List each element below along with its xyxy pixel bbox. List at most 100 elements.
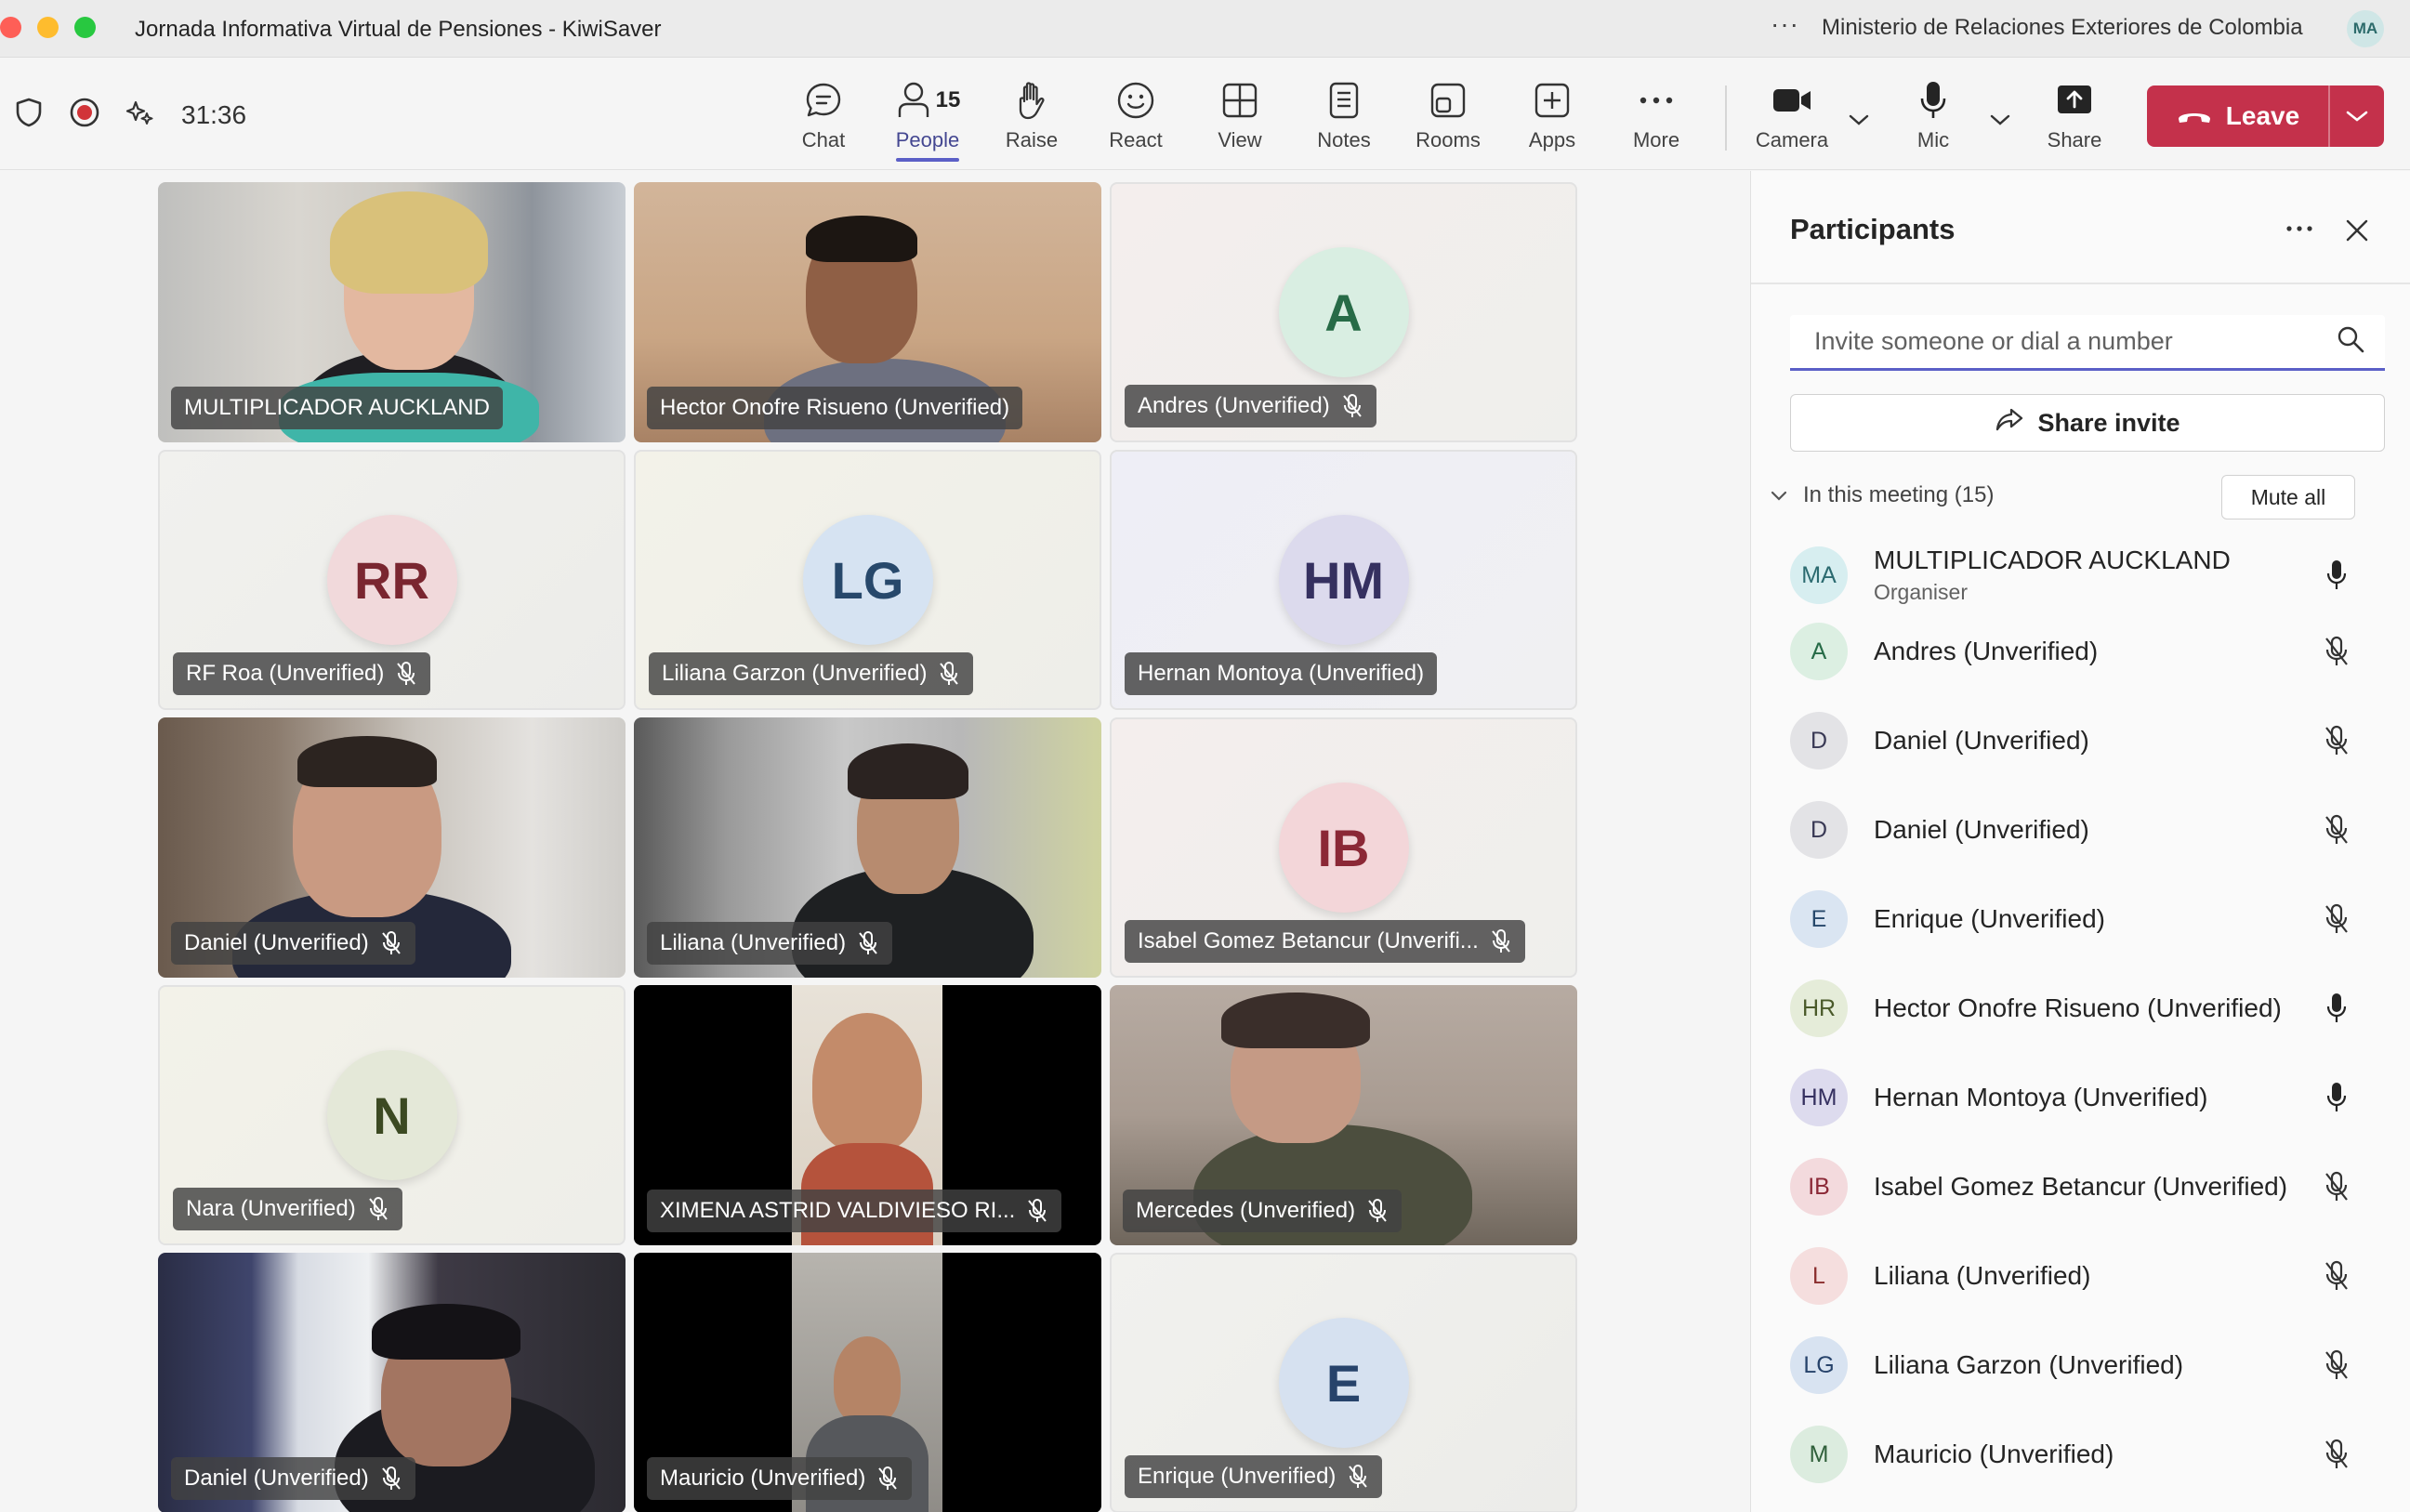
hang-up-icon <box>2178 113 2210 123</box>
rooms-label: Rooms <box>1416 128 1481 151</box>
close-icon[interactable] <box>2338 212 2376 249</box>
hair-shape <box>297 736 437 787</box>
mic-off-icon <box>395 661 417 687</box>
camera-button[interactable]: Camera <box>1745 76 1838 160</box>
meeting-toolbar: 31:36 Chat 15 People Raise React View No… <box>0 58 2410 170</box>
close-window-button[interactable] <box>0 17 21 38</box>
participant-row[interactable]: L Liliana (Unverified) <box>1751 1247 2410 1331</box>
participant-row[interactable]: LG Liliana Garzon (Unverified) <box>1751 1336 2410 1420</box>
participant-name-tag: Liliana Garzon (Unverified) <box>649 652 974 695</box>
participant-name: Liliana Garzon (Unverified) <box>1874 1350 2184 1379</box>
hair-shape <box>848 743 968 799</box>
participant-name: Daniel (Unverified) <box>1874 815 2089 844</box>
participant-tile[interactable]: E Enrique (Unverified) <box>1110 1253 1577 1512</box>
participant-name: Mauricio (Unverified) <box>1874 1440 2114 1468</box>
participant-name-tag: RF Roa (Unverified) <box>173 652 431 695</box>
more-options-icon[interactable]: ··· <box>1771 9 1799 39</box>
raise-label: Raise <box>1005 128 1059 151</box>
chat-button[interactable]: Chat <box>777 76 870 160</box>
participant-tile[interactable]: MULTIPLICADOR AUCKLAND <box>158 182 626 442</box>
mic-off-icon <box>2320 1170 2353 1203</box>
mic-off-icon <box>1490 928 1512 954</box>
rooms-button[interactable]: Rooms <box>1402 76 1495 160</box>
participant-tile[interactable]: A Andres (Unverified) <box>1110 182 1577 442</box>
mic-options-chevron-icon[interactable] <box>1986 106 2014 134</box>
mute-all-button[interactable]: Mute all <box>2221 475 2355 519</box>
participant-row[interactable]: M Mauricio (Unverified) <box>1751 1426 2410 1509</box>
recording-icon[interactable] <box>67 95 102 130</box>
sparkle-icon[interactable] <box>123 95 158 130</box>
participant-name: Daniel (Unverified) <box>184 930 369 955</box>
react-button[interactable]: React <box>1089 76 1182 160</box>
section-label: In this meeting (15) <box>1803 482 1995 507</box>
participant-tile[interactable]: Daniel (Unverified) <box>158 717 626 978</box>
participant-tile[interactable]: IB Isabel Gomez Betancur (Unverifi... <box>1110 717 1577 978</box>
participant-tile[interactable]: RR RF Roa (Unverified) <box>158 450 626 710</box>
view-button[interactable]: View <box>1193 76 1286 160</box>
participant-tile[interactable]: LG Liliana Garzon (Unverified) <box>634 450 1101 710</box>
share-icon <box>1995 406 2024 440</box>
camera-options-chevron-icon[interactable] <box>1845 106 1873 134</box>
face-shape <box>812 1013 922 1152</box>
participant-name-tag: XIMENA ASTRID VALDIVIESO RI... <box>647 1190 1062 1232</box>
participant-name: RF Roa (Unverified) <box>186 661 385 686</box>
share-button[interactable]: Share <box>2028 76 2121 160</box>
notes-button[interactable]: Notes <box>1297 76 1390 160</box>
share-invite-button[interactable]: Share invite <box>1790 394 2385 452</box>
invite-input[interactable] <box>1814 327 2337 356</box>
leave-button[interactable]: Leave <box>2147 85 2328 147</box>
participant-name: Enrique (Unverified) <box>1874 904 2105 933</box>
participant-name: Liliana (Unverified) <box>1874 1261 2091 1290</box>
participant-tile[interactable]: Daniel (Unverified) <box>158 1253 626 1512</box>
microphone-icon <box>1920 82 1946 118</box>
avatar: LG <box>1790 1336 1848 1394</box>
participant-name: Andres (Unverified) <box>1874 637 2099 665</box>
in-meeting-section-toggle[interactable]: In this meeting (15) <box>1770 482 1994 508</box>
participant-row[interactable]: MA MULTIPLICADOR AUCKLAND Organiser <box>1751 533 2410 617</box>
participant-tile[interactable]: Mercedes (Unverified) <box>1110 985 1577 1245</box>
hand-icon <box>1019 82 1045 120</box>
participant-row[interactable]: D Daniel (Unverified) <box>1751 801 2410 885</box>
participant-avatar: A <box>1278 247 1409 377</box>
participant-name-tag: Hernan Montoya (Unverified) <box>1125 652 1438 695</box>
chat-icon <box>806 83 841 117</box>
participant-name-tag: Mauricio (Unverified) <box>647 1457 913 1500</box>
participant-row[interactable]: E Enrique (Unverified) <box>1751 890 2410 974</box>
microphone-icon <box>2320 1081 2353 1114</box>
participant-name: Daniel (Unverified) <box>184 1466 369 1491</box>
participant-name-tag: MULTIPLICADOR AUCKLAND <box>171 387 503 429</box>
apps-button[interactable]: Apps <box>1506 76 1599 160</box>
participant-tile[interactable]: Hector Onofre Risueno (Unverified) <box>634 182 1101 442</box>
user-avatar[interactable]: MA <box>2347 10 2384 47</box>
raise-hand-button[interactable]: Raise <box>985 76 1078 160</box>
minimize-window-button[interactable] <box>37 17 59 38</box>
participant-row[interactable]: A Andres (Unverified) <box>1751 623 2410 706</box>
participant-tile[interactable]: HM Hernan Montoya (Unverified) <box>1110 450 1577 710</box>
participant-tile[interactable]: Liliana (Unverified) <box>634 717 1101 978</box>
leave-options-chevron-icon[interactable] <box>2330 85 2384 147</box>
participant-tile[interactable]: N Nara (Unverified) <box>158 985 626 1245</box>
participant-name: Isabel Gomez Betancur (Unverified) <box>1874 1172 2288 1201</box>
shield-icon[interactable] <box>11 95 46 130</box>
mic-off-icon <box>2320 1259 2353 1293</box>
people-button[interactable]: 15 People <box>881 76 974 162</box>
panel-more-icon[interactable] <box>2281 210 2318 247</box>
participant-name: Enrique (Unverified) <box>1138 1464 1337 1489</box>
mic-button[interactable]: Mic <box>1887 76 1980 160</box>
participant-row[interactable]: HR Hector Onofre Risueno (Unverified) <box>1751 980 2410 1063</box>
more-button[interactable]: More <box>1610 76 1703 160</box>
mic-off-icon <box>2320 1438 2353 1471</box>
participant-name: Liliana Garzon (Unverified) <box>662 661 928 686</box>
zoom-window-button[interactable] <box>74 17 96 38</box>
hair-shape <box>1221 993 1370 1048</box>
participant-tile[interactable]: Mauricio (Unverified) <box>634 1253 1101 1512</box>
search-icon[interactable] <box>2337 325 2364 358</box>
participant-row[interactable]: D Daniel (Unverified) <box>1751 712 2410 795</box>
participant-row[interactable]: IB Isabel Gomez Betancur (Unverified) <box>1751 1158 2410 1242</box>
participant-row[interactable]: HM Hernan Montoya (Unverified) <box>1751 1069 2410 1152</box>
participant-name: Hernan Montoya (Unverified) <box>1874 1083 2208 1111</box>
participant-name: Hector Onofre Risueno (Unverified) <box>1874 993 2282 1022</box>
participant-tile[interactable]: XIMENA ASTRID VALDIVIESO RI... <box>634 985 1101 1245</box>
panel-title: Participants <box>1790 213 1956 245</box>
people-label: People <box>895 128 960 151</box>
